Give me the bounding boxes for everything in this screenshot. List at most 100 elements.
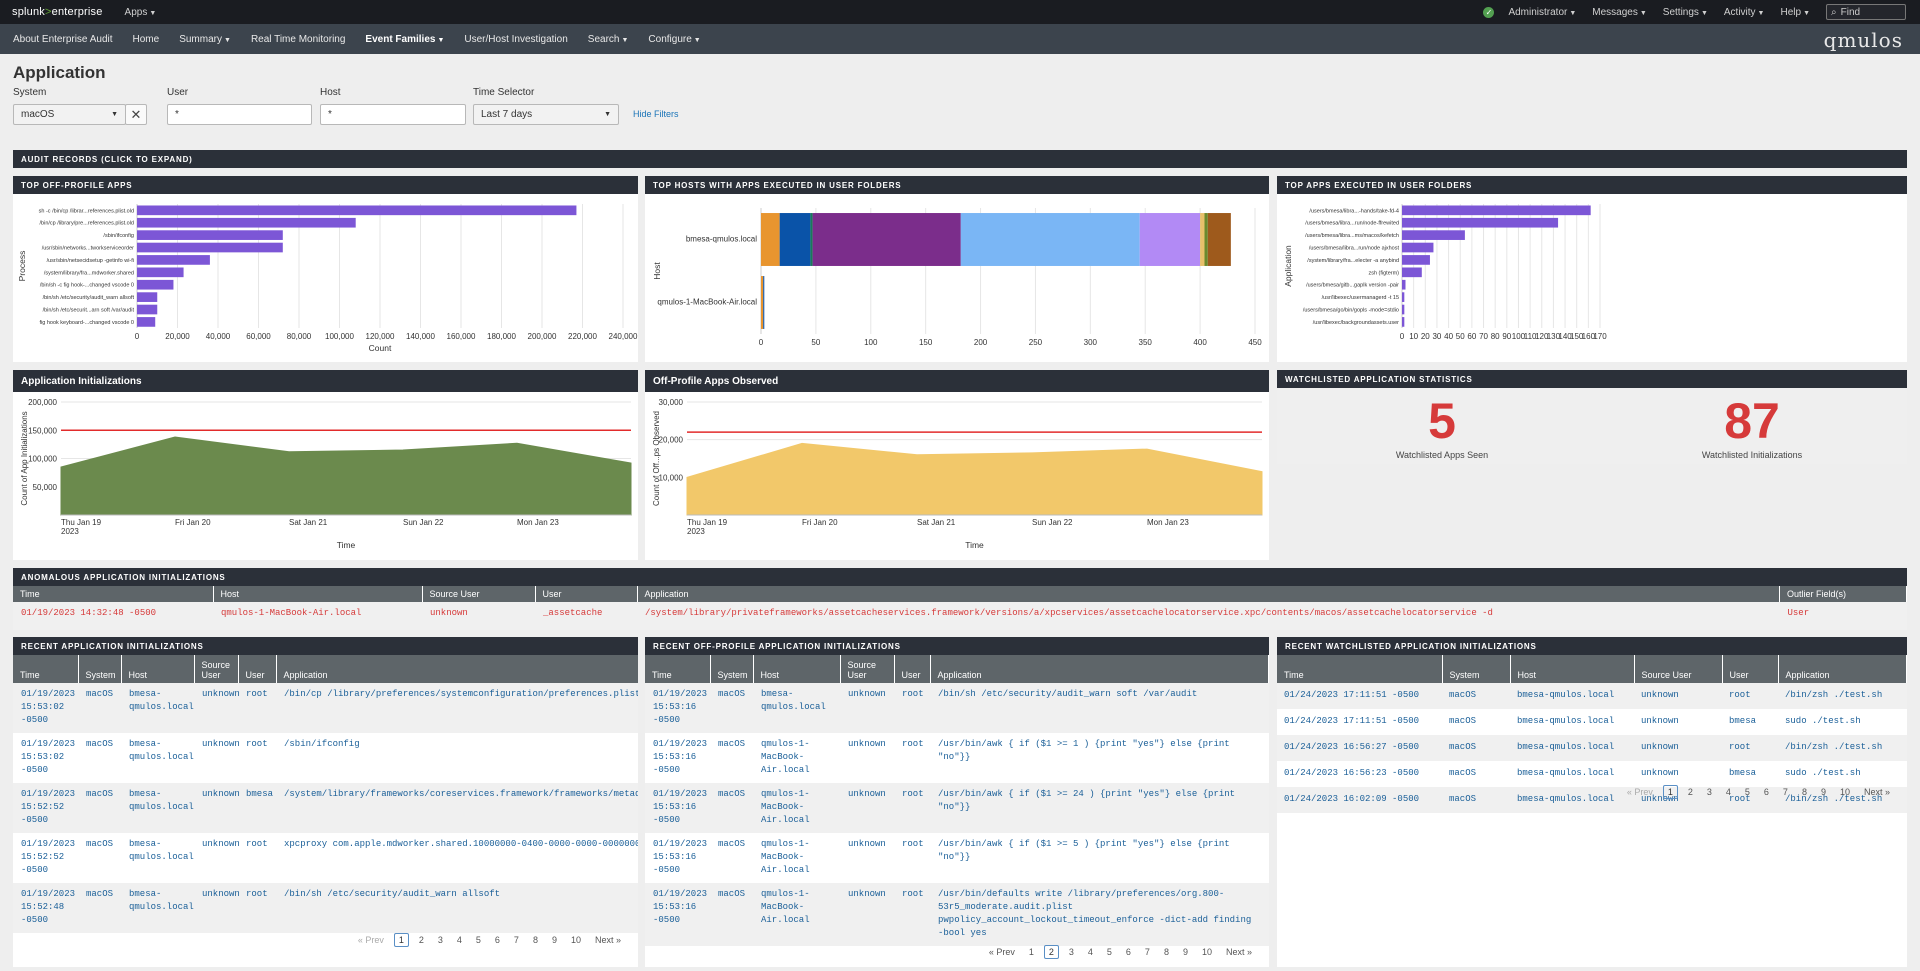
clear-system-button[interactable]: ✕	[125, 104, 147, 125]
bar[interactable]	[137, 304, 158, 315]
bar-segment[interactable]	[761, 213, 780, 266]
col-user[interactable]: User	[238, 655, 277, 683]
bar[interactable]	[1402, 304, 1405, 315]
pager-page-3[interactable]: 3	[438, 935, 443, 945]
bar[interactable]	[1402, 242, 1434, 253]
audit-records-header[interactable]: AUDIT RECORDS (CLICK TO EXPAND)	[13, 150, 1907, 168]
health-ok-icon[interactable]: ✓	[1483, 6, 1495, 18]
pager-next-link[interactable]: Next »	[1226, 947, 1252, 957]
table-row[interactable]: 01/19/2023 15:53:16 -0500 macOS qmulos-1-M…	[645, 733, 1269, 783]
bar-segment[interactable]	[1204, 213, 1208, 266]
table-row[interactable]: 01/19/2023 15:52:52 -0500 macOS bmesa-qmul…	[13, 833, 638, 883]
pager-page-2[interactable]: 2	[1043, 945, 1059, 959]
bar[interactable]	[137, 317, 156, 327]
col-time[interactable]: Time	[13, 586, 214, 602]
table-row[interactable]: 01/19/2023 15:52:48 -0500 macOS bmesa-qmul…	[13, 883, 638, 933]
nav-event-families[interactable]: Event Families ▼	[365, 34, 444, 45]
settings-menu[interactable]: Settings ▼	[1663, 7, 1708, 18]
host-input[interactable]: *	[320, 104, 466, 125]
col-source-user[interactable]: Source User	[194, 655, 239, 683]
table-row[interactable]: 01/19/2023 15:53:16 -0500 macOS qmulos-1-M…	[645, 783, 1269, 833]
watchlisted-inits-stat[interactable]: 87 Watchlisted Initializations	[1647, 396, 1857, 460]
pager-page-6[interactable]: 6	[1764, 787, 1769, 797]
table-row[interactable]: 01/19/2023 15:53:02 -0500 macOS bmesa-qmul…	[13, 683, 638, 733]
pager-page-1[interactable]: 1	[1662, 785, 1678, 799]
bar[interactable]	[1402, 205, 1591, 216]
pager-page-4[interactable]: 4	[1088, 947, 1093, 957]
find-input[interactable]: ⌕ Find	[1826, 4, 1906, 20]
col-system[interactable]: System	[78, 655, 122, 683]
pager-page-3[interactable]: 3	[1069, 947, 1074, 957]
pager-page-1[interactable]: 1	[1029, 947, 1034, 957]
pager-prev-link[interactable]: « Prev	[358, 935, 384, 945]
bar[interactable]	[137, 242, 283, 253]
col-time[interactable]: Time	[1277, 655, 1443, 683]
pager-page-6[interactable]: 6	[495, 935, 500, 945]
pager-page-7[interactable]: 7	[514, 935, 519, 945]
bar[interactable]	[137, 279, 174, 290]
nav-user-host-investigation[interactable]: User/Host Investigation	[464, 34, 567, 45]
system-select[interactable]: macOS ▼	[13, 104, 126, 125]
bar-segment[interactable]	[1139, 213, 1201, 266]
nav-configure[interactable]: Configure ▼	[648, 34, 700, 45]
pager-page-10[interactable]: 10	[1202, 947, 1212, 957]
col-system[interactable]: System	[1442, 655, 1511, 683]
col-outlier-fields[interactable]: Outlier Field(s)	[1779, 586, 1907, 602]
pager-page-8[interactable]: 8	[1802, 787, 1807, 797]
user-input[interactable]: *	[167, 104, 312, 125]
nav-home[interactable]: Home	[133, 34, 160, 45]
col-time[interactable]: Time	[13, 655, 79, 683]
bar[interactable]	[137, 267, 184, 278]
col-application[interactable]: Application	[1778, 655, 1907, 683]
col-host[interactable]: Host	[121, 655, 195, 683]
bar-segment[interactable]	[960, 213, 1140, 266]
bar-segment[interactable]	[810, 213, 813, 266]
pager-prev-link[interactable]: « Prev	[1627, 787, 1653, 797]
area-series[interactable]	[60, 436, 632, 516]
watchlisted-apps-seen-stat[interactable]: 5 Watchlisted Apps Seen	[1337, 396, 1547, 460]
table-row[interactable]: 01/19/2023 15:53:16 -0500 macOS qmulos-1-M…	[645, 883, 1269, 946]
pager-page-5[interactable]: 5	[476, 935, 481, 945]
bar-segment[interactable]	[761, 276, 764, 329]
table-row[interactable]: 01/24/2023 17:11:51 -0500 macOS bmesa-qmul…	[1277, 709, 1907, 735]
pager-page-4[interactable]: 4	[457, 935, 462, 945]
table-row[interactable]: 01/19/2023 14:32:48 -0500 qmulos-1-MacBo…	[13, 602, 1907, 626]
messages-menu[interactable]: Messages ▼	[1592, 7, 1647, 18]
pager-page-7[interactable]: 7	[1145, 947, 1150, 957]
col-system[interactable]: System	[710, 655, 754, 683]
pager-page-10[interactable]: 10	[571, 935, 581, 945]
col-application[interactable]: Application	[930, 655, 1269, 683]
bar-segment[interactable]	[1207, 213, 1231, 266]
col-user[interactable]: User	[894, 655, 931, 683]
bar-segment[interactable]	[812, 213, 961, 266]
pager-page-6[interactable]: 6	[1126, 947, 1131, 957]
bar-segment[interactable]	[779, 213, 811, 266]
bar[interactable]	[1402, 267, 1422, 278]
pager-next-link[interactable]: Next »	[1864, 787, 1890, 797]
nav-about[interactable]: About Enterprise Audit	[13, 34, 113, 45]
col-application[interactable]: Application	[637, 586, 1780, 602]
bar-segment[interactable]	[1200, 213, 1205, 266]
table-row[interactable]: 01/19/2023 15:53:16 -0500 macOS qmulos-1-M…	[645, 833, 1269, 883]
col-time[interactable]: Time	[645, 655, 711, 683]
pager-page-4[interactable]: 4	[1726, 787, 1731, 797]
table-row[interactable]: 01/19/2023 15:53:16 -0500 macOS bmesa-qmul…	[645, 683, 1269, 733]
pager-page-5[interactable]: 5	[1107, 947, 1112, 957]
bar[interactable]	[1402, 217, 1559, 228]
pager-next-link[interactable]: Next »	[595, 935, 621, 945]
pager-page-9[interactable]: 9	[552, 935, 557, 945]
pager-page-7[interactable]: 7	[1783, 787, 1788, 797]
bar[interactable]	[137, 292, 158, 302]
apps-menu[interactable]: Apps ▼	[125, 7, 157, 18]
nav-search[interactable]: Search ▼	[588, 34, 629, 45]
pager-page-3[interactable]: 3	[1707, 787, 1712, 797]
bar[interactable]	[1402, 279, 1406, 290]
help-menu[interactable]: Help ▼	[1780, 7, 1810, 18]
col-source-user[interactable]: Source User	[422, 586, 536, 602]
col-application[interactable]: Application	[276, 655, 638, 683]
col-user[interactable]: User	[1722, 655, 1779, 683]
bar[interactable]	[1402, 317, 1405, 327]
bar-segment[interactable]	[763, 276, 765, 329]
table-row[interactable]: 01/19/2023 15:52:52 -0500 macOS bmesa-qmul…	[13, 783, 638, 833]
area-series[interactable]	[686, 442, 1263, 516]
